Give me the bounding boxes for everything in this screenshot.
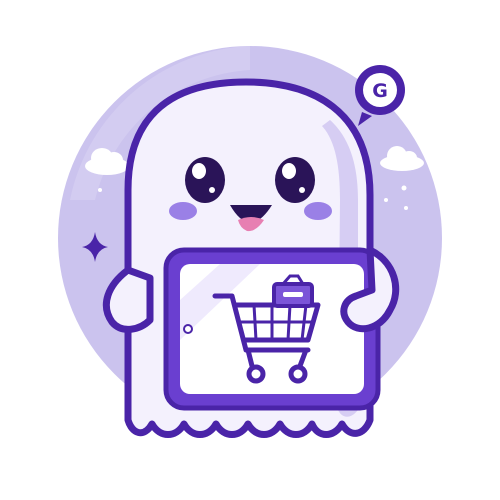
left-blush: [169, 202, 197, 220]
right-blush: [304, 202, 332, 220]
ghost-shopping-illustration: G: [58, 46, 442, 438]
tablet-device: [163, 247, 381, 411]
badge-letter: G: [372, 80, 388, 102]
tablet-home-button: [183, 324, 193, 334]
illustration-stage: G: [0, 0, 500, 500]
right-eye: [275, 157, 315, 203]
left-eye: [185, 157, 225, 203]
